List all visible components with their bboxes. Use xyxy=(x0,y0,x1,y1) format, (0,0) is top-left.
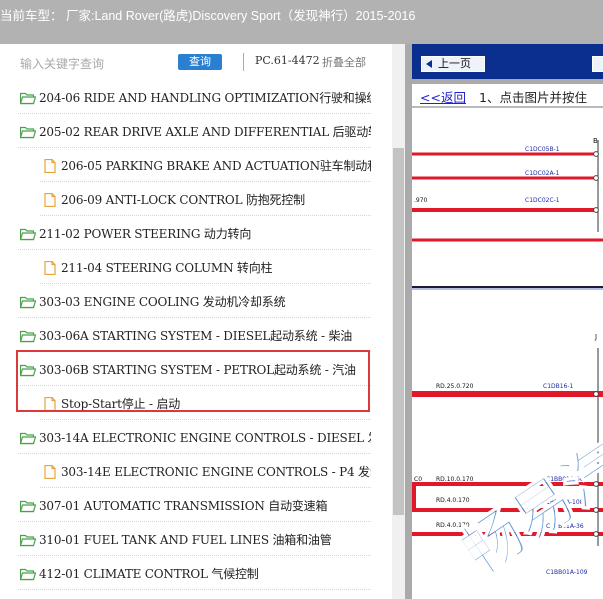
viewer-nav-bar: 上一页 xyxy=(412,44,603,79)
folder-open-icon xyxy=(19,362,37,377)
folder-open-icon xyxy=(19,226,37,241)
tree-node[interactable]: 303-06A STARTING SYSTEM - DIESEL起动系统 - 柴… xyxy=(18,318,371,352)
search-divider xyxy=(243,53,244,71)
header-bar: 当前车型： 厂家:Land Rover(路虎)Discovery Sport（发… xyxy=(0,0,603,44)
tree-node[interactable] xyxy=(18,590,371,599)
tree-leaf[interactable]: 206-05 PARKING BRAKE AND ACTUATION驻车制动和作… xyxy=(40,148,371,182)
label-c1db16: C1DB16-1 xyxy=(543,383,574,390)
tree-item-label: 303-06A STARTING SYSTEM - DIESEL起动系统 - 柴… xyxy=(39,329,353,343)
tree-node[interactable]: 303-06B STARTING SYSTEM - PETROL起动系统 - 汽… xyxy=(18,352,371,386)
tree-item-label: 303-14E ELECTRONIC ENGINE CONTROLS - P4 … xyxy=(61,465,371,479)
tree-leaf[interactable]: 206-09 ANTI-LOCK CONTROL 防抱死控制 xyxy=(40,182,371,216)
tree-node[interactable]: 310-01 FUEL TANK AND FUEL LINES 油箱和油管 xyxy=(18,522,371,556)
label-rd4a: RD.4.0.170 xyxy=(436,497,470,504)
label-rd25: RD.25.0.720 xyxy=(436,383,474,390)
tree-item-label: 211-04 STEERING COLUMN 转向柱 xyxy=(61,261,273,275)
tree-scrollbar[interactable] xyxy=(392,44,405,599)
tree-node[interactable]: 303-14A ELECTRONIC ENGINE CONTROLS - DIE… xyxy=(18,420,371,454)
tree-leaf[interactable]: 303-14E ELECTRONIC ENGINE CONTROLS - P4 … xyxy=(40,454,371,488)
label-c1dc02a: C1DC02A-1 xyxy=(525,170,560,177)
back-link[interactable]: <<返回 xyxy=(420,87,466,106)
label-b: B xyxy=(593,137,598,145)
previous-page-button[interactable]: 上一页 xyxy=(421,56,485,72)
folder-open-icon xyxy=(19,532,37,547)
tree-scrollbar-thumb[interactable] xyxy=(393,148,404,515)
document-icon xyxy=(42,464,58,480)
query-button[interactable]: 查询 xyxy=(178,54,222,70)
label-rd10: RD.10.0.170 xyxy=(436,476,474,483)
tree-node[interactable]: 307-01 AUTOMATIC TRANSMISSION 自动变速箱 xyxy=(18,488,371,522)
label-j: J xyxy=(594,333,597,341)
next-page-button[interactable] xyxy=(592,56,603,72)
tree-leaf[interactable]: 211-04 STEERING COLUMN 转向柱 xyxy=(40,250,371,284)
tree-item-label: Stop-Start停止 - 启动 xyxy=(61,397,181,411)
diagram-viewer-panel: 上一页 <<返回 1、点击图片并按住 B C1DC05B-1 C1DC02A-1… xyxy=(405,44,603,599)
folder-open-icon xyxy=(19,566,37,581)
tree-leaf[interactable]: Stop-Start停止 - 启动 xyxy=(40,386,371,420)
viewer-instruction: 1、点击图片并按住 xyxy=(479,90,587,105)
wiring-diagram-svg: B C1DC05B-1 C1DC02A-1 C1DC02C-1 .970 J R… xyxy=(412,106,603,590)
document-icon xyxy=(42,396,58,412)
folder-open-icon xyxy=(19,124,37,139)
document-icon xyxy=(42,158,58,174)
tree-node[interactable]: 204-06 RIDE AND HANDLING OPTIMIZATION行驶和… xyxy=(18,80,371,114)
tree-node[interactable]: 211-02 POWER STEERING 动力转向 xyxy=(18,216,371,250)
tree-item-label: 206-09 ANTI-LOCK CONTROL 防抱死控制 xyxy=(61,193,305,207)
arrow-left-icon xyxy=(426,60,432,68)
search-bar: 查询 PC.61-4472 折叠全部 xyxy=(0,44,405,80)
tree-item-label: 204-06 RIDE AND HANDLING OPTIMIZATION行驶和… xyxy=(39,91,371,105)
document-icon xyxy=(42,260,58,276)
tree-item-label: 303-14A ELECTRONIC ENGINE CONTROLS - DIE… xyxy=(39,431,371,445)
viewer-info-bar: <<返回 1、点击图片并按住 xyxy=(412,84,603,106)
folder-open-icon xyxy=(19,90,37,105)
pc-number: PC.61-4472 xyxy=(255,54,320,67)
collapse-all-link[interactable]: 折叠全部 xyxy=(322,54,382,70)
tree-item-label: 310-01 FUEL TANK AND FUEL LINES 油箱和油管 xyxy=(39,533,332,547)
folder-open-icon xyxy=(19,430,37,445)
folder-open-icon xyxy=(19,328,37,343)
tree-node[interactable]: 205-02 REAR DRIVE AXLE AND DIFFERENTIAL … xyxy=(18,114,371,148)
vehicle-model-title: 当前车型： 厂家:Land Rover(路虎)Discovery Sport（发… xyxy=(0,9,416,23)
folder-open-icon xyxy=(19,294,37,309)
catalog-tree-panel: 查询 PC.61-4472 折叠全部 204-06 RIDE AND HANDL… xyxy=(0,44,405,599)
tree-item-label: 303-03 ENGINE COOLING 发动机冷却系统 xyxy=(39,295,286,309)
tree-node[interactable]: 412-01 CLIMATE CONTROL 气候控制 xyxy=(18,556,371,590)
tree-item-label: 303-06B STARTING SYSTEM - PETROL起动系统 - 汽… xyxy=(39,363,356,377)
tree-item-label: 307-01 AUTOMATIC TRANSMISSION 自动变速箱 xyxy=(39,499,328,513)
tree-item-label: 211-02 POWER STEERING 动力转向 xyxy=(39,227,252,241)
label-co: C0 xyxy=(414,476,422,483)
tree-item-label: 412-01 CLIMATE CONTROL 气候控制 xyxy=(39,567,259,581)
label-970: .970 xyxy=(414,197,428,204)
wiring-diagram[interactable]: B C1DC05B-1 C1DC02A-1 C1DC02C-1 .970 J R… xyxy=(412,106,603,599)
label-c1dc02c: C1DC02C-1 xyxy=(525,197,560,204)
tree-item-label: 205-02 REAR DRIVE AXLE AND DIFFERENTIAL … xyxy=(39,125,371,139)
tree-item-label: 206-05 PARKING BRAKE AND ACTUATION驻车制动和作… xyxy=(61,159,371,173)
search-input[interactable] xyxy=(20,54,170,74)
folder-open-icon xyxy=(19,498,37,513)
document-icon xyxy=(42,192,58,208)
label-c1bb01a-109: C1BB01A-109 xyxy=(546,569,588,576)
tree-node[interactable]: 303-03 ENGINE COOLING 发动机冷却系统 xyxy=(18,284,371,318)
previous-page-label: 上一页 xyxy=(438,57,471,70)
label-c1dc05b: C1DC05B-1 xyxy=(525,146,560,153)
